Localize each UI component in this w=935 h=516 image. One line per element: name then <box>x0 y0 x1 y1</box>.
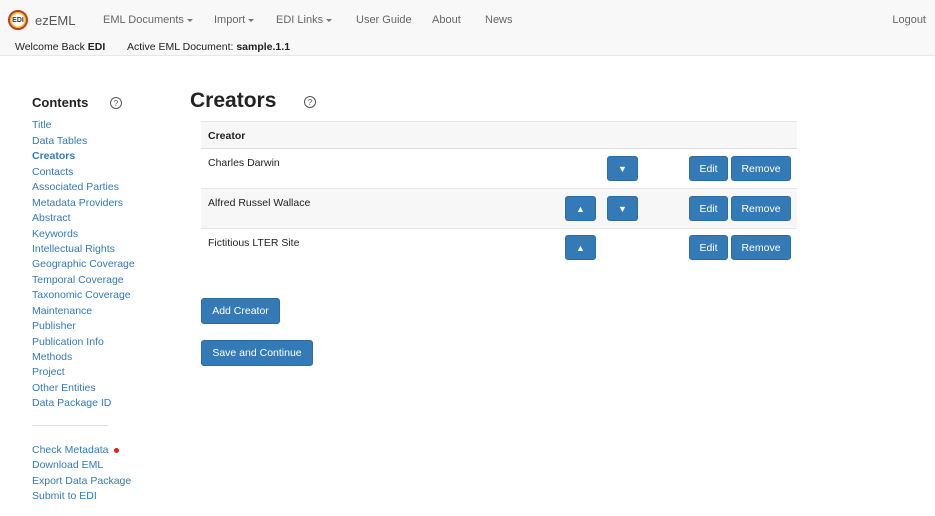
nav-label: EDI Links <box>276 14 324 26</box>
sidebar-action-export-data-package[interactable]: Export Data Package <box>32 475 131 487</box>
caret-down-icon <box>326 18 333 22</box>
sidebar-item-publisher[interactable]: Publisher <box>32 320 76 332</box>
sidebar-item-intellectual-rights[interactable]: Intellectual Rights <box>32 243 115 255</box>
sidebar-item-metadata-providers[interactable]: Metadata Providers <box>32 197 123 209</box>
creator-name: Fictitious LTER Site <box>208 237 300 249</box>
sidebar-item-other-entities[interactable]: Other Entities <box>32 382 96 394</box>
sidebar-item-maintenance[interactable]: Maintenance <box>32 305 92 317</box>
nav-label: Import <box>214 14 246 26</box>
sidebar-item-data-package-id[interactable]: Data Package ID <box>32 397 111 409</box>
nav-import[interactable]: Import <box>214 14 255 26</box>
save-and-continue-button[interactable]: Save and Continue <box>201 340 313 366</box>
sidebar-item-methods[interactable]: Methods <box>32 351 72 363</box>
move-up-button[interactable]: ▲ <box>565 196 596 221</box>
action-label: Check Metadata <box>32 444 109 456</box>
caret-down-icon <box>186 18 193 22</box>
help-icon[interactable]: ? <box>304 96 316 108</box>
edit-button[interactable]: Edit <box>689 235 728 260</box>
logout-link[interactable]: Logout <box>892 14 926 26</box>
welcome-message: Welcome Back EDI <box>15 41 105 53</box>
sidebar-item-abstract[interactable]: Abstract <box>32 212 71 224</box>
sidebar-item-project[interactable]: Project <box>32 366 65 378</box>
contents-title: Contents <box>32 95 89 110</box>
sidebar-item-title[interactable]: Title <box>32 119 51 131</box>
sidebar-action-download-eml[interactable]: Download EML <box>32 459 103 471</box>
sidebar-item-temporal-coverage[interactable]: Temporal Coverage <box>32 274 124 286</box>
active-doc-name: sample.1.1 <box>236 41 291 53</box>
brand[interactable]: EDI ezEML <box>8 8 75 32</box>
sidebar-item-creators[interactable]: Creators <box>32 150 75 162</box>
remove-button[interactable]: Remove <box>731 156 791 181</box>
nav-news[interactable]: News <box>485 14 513 26</box>
table-header: Creator <box>201 121 797 149</box>
alert-dot-icon <box>114 447 120 453</box>
brand-name: ezEML <box>35 12 76 28</box>
sidebar-item-keywords[interactable]: Keywords <box>32 228 78 240</box>
help-icon[interactable]: ? <box>110 97 122 109</box>
add-creator-button[interactable]: Add Creator <box>201 298 280 324</box>
move-down-button[interactable]: ▼ <box>607 196 638 221</box>
top-navbar: EDI ezEML EML Documents Import EDI Links… <box>0 0 935 56</box>
user-name: EDI <box>87 41 106 53</box>
table-row: Alfred Russel Wallace ▲ ▼ Edit Remove <box>201 189 797 229</box>
nav-eml-documents[interactable]: EML Documents <box>103 14 193 26</box>
column-header-creator: Creator <box>208 130 246 142</box>
sidebar-item-taxonomic-coverage[interactable]: Taxonomic Coverage <box>32 289 131 301</box>
sidebar-divider <box>32 425 108 426</box>
welcome-prefix: Welcome Back <box>15 41 85 53</box>
table-row: Charles Darwin ▼ Edit Remove <box>201 149 797 189</box>
nav-user-guide[interactable]: User Guide <box>356 14 412 26</box>
nav-edi-links[interactable]: EDI Links <box>276 14 333 26</box>
move-up-button[interactable]: ▲ <box>565 235 596 260</box>
sidebar-action-submit-to-edi[interactable]: Submit to EDI <box>32 490 97 502</box>
remove-button[interactable]: Remove <box>731 196 791 221</box>
edit-button[interactable]: Edit <box>689 156 728 181</box>
table-row: Fictitious LTER Site ▲ Edit Remove <box>201 229 797 269</box>
creator-name: Charles Darwin <box>208 157 280 169</box>
sidebar-item-geographic-coverage[interactable]: Geographic Coverage <box>32 258 135 270</box>
creator-name: Alfred Russel Wallace <box>208 197 311 209</box>
nav-label: EML Documents <box>103 14 184 26</box>
caret-down-icon <box>248 18 255 22</box>
sidebar-action-check-metadata[interactable]: Check Metadata <box>32 444 120 456</box>
remove-button[interactable]: Remove <box>731 235 791 260</box>
nav-about[interactable]: About <box>432 14 461 26</box>
sidebar-item-contacts[interactable]: Contacts <box>32 166 73 178</box>
edit-button[interactable]: Edit <box>689 196 728 221</box>
move-down-button[interactable]: ▼ <box>607 156 638 181</box>
sidebar-item-associated-parties[interactable]: Associated Parties <box>32 181 119 193</box>
sidebar-item-publication-info[interactable]: Publication Info <box>32 336 104 348</box>
page-title: Creators <box>190 89 277 112</box>
active-document: Active EML Document: sample.1.1 <box>127 41 290 53</box>
active-doc-prefix: Active EML Document: <box>127 41 234 53</box>
edi-logo-icon: EDI <box>8 10 28 30</box>
sidebar-item-data-tables[interactable]: Data Tables <box>32 135 87 147</box>
